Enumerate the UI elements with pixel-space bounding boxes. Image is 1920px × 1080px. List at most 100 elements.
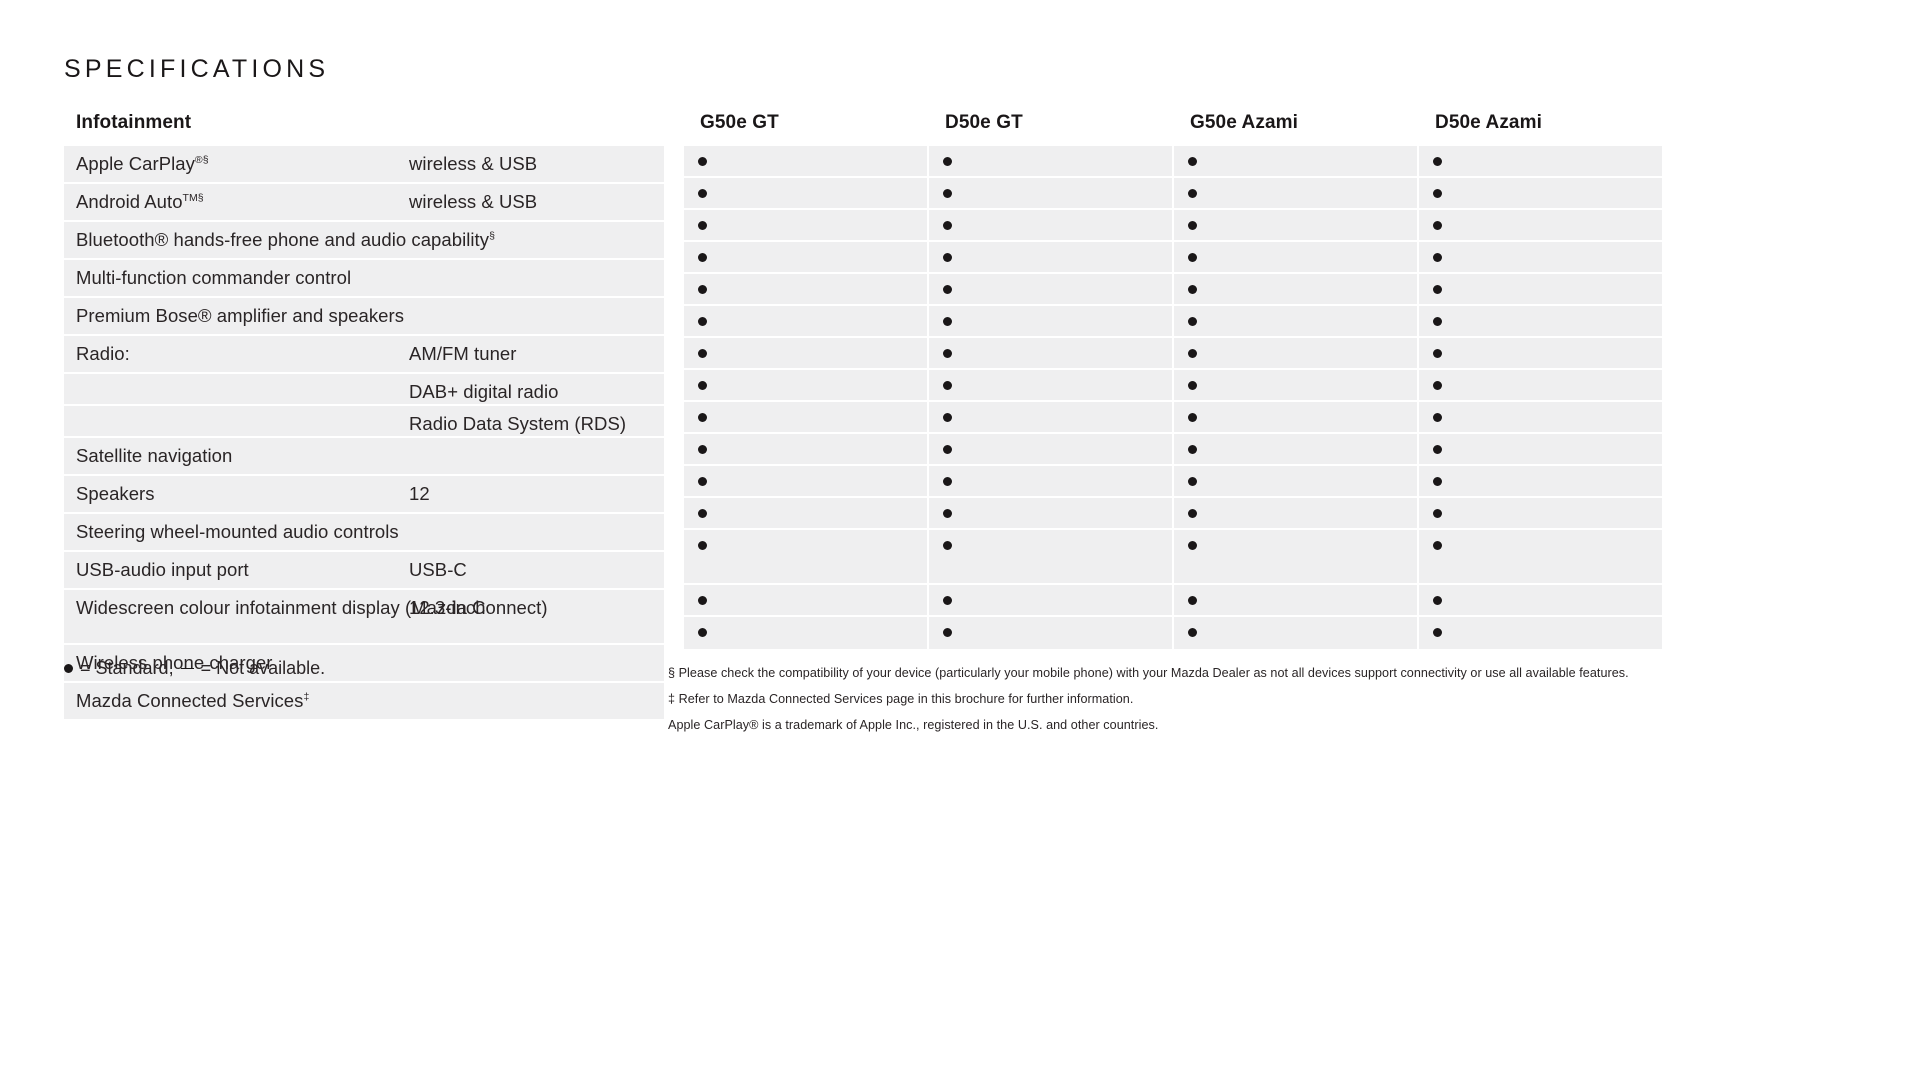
standard-dot-icon bbox=[943, 445, 952, 454]
feature-label: Satellite navigation bbox=[76, 445, 233, 466]
variant-column-1 bbox=[684, 146, 927, 649]
variant-column-4 bbox=[1419, 146, 1662, 649]
table-row: DAB+ digital radio bbox=[64, 374, 664, 406]
standard-dot-icon bbox=[698, 381, 707, 390]
feature-value: DAB+ digital radio bbox=[409, 381, 559, 402]
legend-not-available-label: = Not available. bbox=[200, 658, 326, 678]
availability-cell bbox=[1174, 178, 1417, 210]
availability-cell bbox=[1174, 498, 1417, 530]
availability-cell bbox=[929, 242, 1172, 274]
feature-label: Android AutoTM§ bbox=[76, 191, 204, 212]
standard-dot-icon bbox=[1188, 285, 1197, 294]
standard-dot-icon bbox=[698, 445, 707, 454]
standard-dot-icon bbox=[943, 221, 952, 230]
availability-cell bbox=[1174, 210, 1417, 242]
feature-label: Steering wheel-mounted audio controls bbox=[76, 521, 399, 542]
feature-label: Speakers bbox=[76, 483, 155, 504]
standard-dot-icon bbox=[943, 381, 952, 390]
standard-dot-icon bbox=[1433, 285, 1442, 294]
standard-dot-icon bbox=[1433, 157, 1442, 166]
availability-cell bbox=[1419, 617, 1662, 649]
availability-cell bbox=[1419, 402, 1662, 434]
standard-dot-icon bbox=[1188, 253, 1197, 262]
table-row: Radio Data System (RDS) bbox=[64, 406, 664, 438]
standard-dot-icon bbox=[1433, 349, 1442, 358]
table-row: Steering wheel-mounted audio controls bbox=[64, 514, 664, 552]
standard-dot-icon bbox=[698, 413, 707, 422]
standard-dot-icon bbox=[943, 477, 952, 486]
standard-dot-icon bbox=[1188, 157, 1197, 166]
availability-cell bbox=[684, 370, 927, 402]
availability-cell bbox=[1419, 434, 1662, 466]
availability-cell bbox=[684, 210, 927, 242]
column-header-g50e-gt: G50e GT bbox=[700, 112, 779, 133]
availability-cell bbox=[684, 274, 927, 306]
standard-dot-icon bbox=[943, 349, 952, 358]
standard-dot-icon bbox=[1433, 628, 1442, 637]
standard-dot-icon bbox=[1433, 509, 1442, 518]
standard-dot-icon bbox=[943, 285, 952, 294]
availability-cell bbox=[684, 338, 927, 370]
table-row: Satellite navigation bbox=[64, 438, 664, 476]
feature-label: Multi-function commander control bbox=[76, 267, 352, 288]
feature-value: AM/FM tuner bbox=[409, 343, 517, 364]
page-title: SPECIFICATIONS bbox=[64, 55, 330, 83]
availability-cell bbox=[684, 178, 927, 210]
standard-dot-icon bbox=[1188, 445, 1197, 454]
availability-cell bbox=[1174, 370, 1417, 402]
availability-cell bbox=[684, 530, 927, 585]
availability-cell bbox=[1419, 274, 1662, 306]
feature-value: USB-C bbox=[409, 559, 467, 580]
availability-cell bbox=[1174, 402, 1417, 434]
variant-column-3 bbox=[1174, 146, 1417, 649]
availability-cell bbox=[929, 338, 1172, 370]
standard-dot-icon bbox=[1433, 541, 1442, 550]
availability-cell bbox=[1174, 466, 1417, 498]
availability-cell bbox=[684, 306, 927, 338]
standard-dot-icon bbox=[1433, 253, 1442, 262]
availability-cell bbox=[929, 434, 1172, 466]
availability-cell bbox=[1419, 178, 1662, 210]
footnote-marker: ®§ bbox=[194, 153, 209, 166]
standard-dot-icon bbox=[943, 157, 952, 166]
standard-dot-icon bbox=[698, 349, 707, 358]
availability-cell bbox=[929, 585, 1172, 617]
availability-cell bbox=[929, 402, 1172, 434]
feature-label: Premium Bose® amplifier and speakers bbox=[76, 305, 405, 326]
availability-cell bbox=[684, 434, 927, 466]
availability-cell bbox=[1419, 530, 1662, 585]
standard-dot-icon bbox=[1188, 189, 1197, 198]
feature-value: wireless & USB bbox=[409, 153, 538, 174]
legend: = Standard, = Not available. bbox=[64, 658, 325, 679]
availability-cell bbox=[684, 498, 927, 530]
availability-cell bbox=[1419, 498, 1662, 530]
standard-dot-icon bbox=[943, 541, 952, 550]
standard-dot-icon bbox=[1188, 596, 1197, 605]
standard-dot-icon bbox=[1433, 596, 1442, 605]
availability-cell bbox=[1174, 338, 1417, 370]
table-row: Mazda Connected Services‡ bbox=[64, 683, 664, 719]
feature-label-column: Apple CarPlay®§ wireless & USB Android Aut… bbox=[64, 146, 664, 719]
standard-dot-icon bbox=[1188, 628, 1197, 637]
standard-dot-icon bbox=[943, 189, 952, 198]
standard-dot-icon bbox=[1433, 445, 1442, 454]
feature-label: Radio: bbox=[76, 343, 130, 364]
table-row: Radio: AM/FM tuner bbox=[64, 336, 664, 374]
feature-label: USB-audio input port bbox=[76, 559, 249, 580]
availability-cell bbox=[1419, 338, 1662, 370]
specifications-table: Infotainment G50e GT D50e GT G50e Azami … bbox=[64, 112, 1874, 719]
standard-dot-icon bbox=[698, 541, 707, 550]
table-row: Bluetooth® hands-free phone and audio ca… bbox=[64, 222, 664, 260]
standard-dot-icon bbox=[698, 509, 707, 518]
standard-dot-icon bbox=[1188, 509, 1197, 518]
standard-dot-icon bbox=[943, 413, 952, 422]
legend-not-available-dash-icon bbox=[180, 667, 194, 670]
availability-cell bbox=[929, 617, 1172, 649]
footnote-line: § Please check the compatibility of your… bbox=[668, 666, 1629, 680]
standard-dot-icon bbox=[698, 285, 707, 294]
footnotes: § Please check the compatibility of your… bbox=[668, 660, 1788, 738]
availability-cell bbox=[929, 210, 1172, 242]
footnote-marker: § bbox=[489, 229, 495, 242]
availability-cell bbox=[684, 617, 927, 649]
standard-dot-icon bbox=[698, 189, 707, 198]
